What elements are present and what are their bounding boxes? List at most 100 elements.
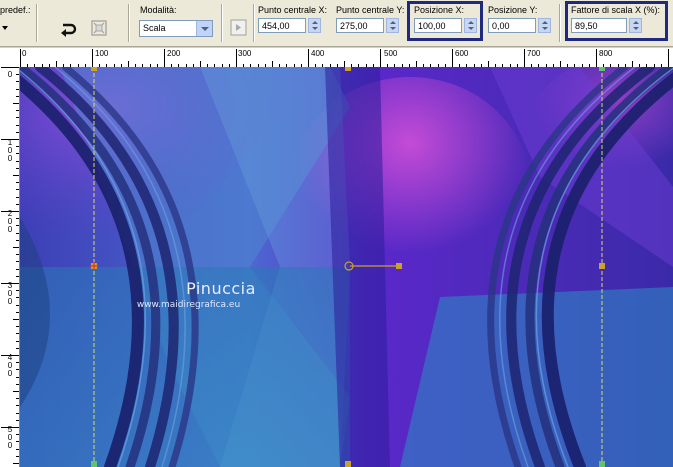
ruler-tick — [16, 225, 19, 227]
position-y-field[interactable]: 0,00 — [488, 18, 536, 33]
center-x-field[interactable]: 454,00 — [258, 18, 306, 33]
ruler-tick — [16, 131, 19, 133]
ruler-tick — [16, 448, 19, 450]
ruler-tick — [16, 124, 19, 126]
ruler-tick — [380, 49, 381, 67]
ruler-tick — [452, 49, 453, 67]
ruler-tick — [16, 455, 19, 457]
ruler-tick — [16, 340, 19, 342]
position-y-spin-arrows-icon[interactable] — [538, 18, 551, 33]
ruler-label-500: 500 — [7, 425, 13, 450]
ruler-tick — [92, 49, 93, 67]
ruler-tick — [16, 153, 19, 155]
scale-x-highlight — [565, 1, 668, 41]
chevron-down-icon[interactable] — [196, 21, 212, 36]
watermark-url: www.maidiregrafica.eu — [136, 300, 241, 310]
ruler-tick — [16, 232, 19, 234]
ruler-tick — [16, 419, 19, 421]
ruler-tick — [16, 268, 19, 270]
ruler-tick — [524, 49, 525, 67]
ruler-label-100: 100 — [95, 49, 109, 58]
ruler-tick — [16, 88, 19, 90]
ruler-tick — [16, 441, 19, 443]
ruler-tick — [13, 391, 19, 392]
ruler-tick — [16, 376, 19, 378]
ruler-tick — [16, 196, 19, 198]
separator — [128, 4, 130, 42]
ruler-tick — [16, 254, 19, 256]
ruler-label-800: 800 — [599, 49, 613, 58]
ruler-label-100: 100 — [7, 138, 13, 163]
mode-value: Scala — [143, 23, 166, 33]
ruler-tick — [16, 117, 19, 119]
ruler-label-400: 400 — [7, 353, 13, 378]
ruler-tick — [596, 49, 597, 67]
separator — [221, 4, 223, 42]
ruler-tick — [16, 239, 19, 241]
place-icon[interactable] — [229, 18, 249, 38]
ruler-tick — [1, 67, 19, 68]
ruler-tick — [16, 398, 19, 400]
flip-arrow-icon[interactable] — [58, 18, 78, 38]
mode-select[interactable]: Scala — [139, 20, 213, 37]
ruler-tick — [1, 139, 19, 140]
horizontal-ruler: 0 100 200 300 400 500 600 700 800 — [0, 48, 673, 68]
center-x-spin-arrows-icon[interactable] — [308, 18, 321, 33]
ruler-label-0: 0 — [22, 49, 27, 58]
ruler-tick — [20, 49, 21, 67]
ruler-tick — [16, 347, 19, 349]
ruler-tick — [16, 297, 19, 299]
ruler-tick — [16, 412, 19, 414]
reset-shape-icon[interactable] — [89, 18, 109, 38]
ruler-tick — [16, 434, 19, 436]
ruler-tick — [236, 49, 237, 67]
ruler-tick — [13, 175, 19, 176]
ruler-tick — [16, 167, 19, 169]
ruler-tick — [16, 362, 19, 364]
ruler-tick — [16, 333, 19, 335]
ruler-tick — [1, 211, 19, 212]
mode-label: Modalità: — [140, 5, 177, 15]
ruler-tick — [16, 261, 19, 263]
ruler-tick — [16, 290, 19, 292]
ruler-label-300: 300 — [238, 49, 252, 58]
separator — [559, 4, 561, 42]
pick-tool-options-bar: predef.: Modalità: Scala Punto centrale … — [0, 0, 673, 47]
ruler-label-300: 300 — [7, 281, 13, 306]
ruler-tick — [1, 427, 19, 428]
position-y-label: Posizione Y: — [488, 5, 538, 15]
ruler-tick — [1, 283, 19, 284]
separator — [253, 4, 255, 42]
watermark-title: Pinuccia — [186, 279, 256, 298]
preset-dropdown-icon[interactable] — [2, 26, 8, 30]
ruler-label-200: 200 — [7, 209, 13, 234]
image-canvas[interactable]: Pinuccia www.maidiregrafica.eu — [20, 67, 673, 467]
ruler-tick — [16, 182, 19, 184]
ruler-tick — [13, 247, 19, 248]
ruler-tick — [668, 49, 669, 67]
ruler-tick — [16, 74, 19, 76]
ruler-tick — [16, 369, 19, 371]
ruler-label-500: 500 — [384, 49, 398, 58]
artwork — [20, 67, 673, 467]
ruler-tick — [16, 160, 19, 162]
ruler-tick — [16, 275, 19, 277]
center-y-spin-arrows-icon[interactable] — [386, 18, 399, 33]
ruler-tick — [16, 110, 19, 112]
preset-label: predef.: — [0, 5, 31, 15]
ruler-tick — [13, 103, 19, 104]
ruler-tick — [16, 81, 19, 83]
ruler-label-700: 700 — [527, 49, 541, 58]
ruler-tick — [16, 405, 19, 407]
ruler-tick — [16, 218, 19, 220]
center-y-field[interactable]: 275,00 — [336, 18, 384, 33]
ruler-tick — [308, 49, 309, 67]
ruler-tick — [1, 355, 19, 356]
ruler-tick — [16, 146, 19, 148]
position-x-highlight — [407, 1, 483, 41]
ruler-label-600: 600 — [455, 49, 469, 58]
center-x-label: Punto centrale X: — [258, 5, 328, 15]
ruler-tick — [16, 304, 19, 306]
ruler-label-0: 0 — [7, 70, 13, 79]
ruler-tick — [16, 383, 19, 385]
